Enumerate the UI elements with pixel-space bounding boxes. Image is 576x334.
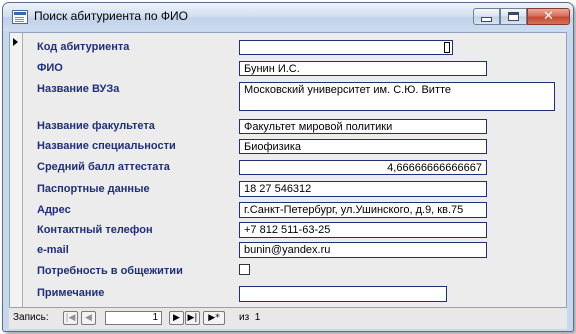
applicant-code-field[interactable]	[239, 40, 453, 55]
new-record-button[interactable]: ▶*	[203, 311, 225, 325]
label-average-grade: Средний балл аттестата	[37, 161, 170, 173]
address-field[interactable]: г.Санкт-Петербург, ул.Ушинского, д.9, кв…	[239, 202, 487, 218]
close-icon: ✕	[543, 9, 554, 24]
next-record-icon: ▶	[173, 312, 180, 323]
label-note: Примечание	[37, 287, 105, 299]
current-record-input[interactable]: 1	[105, 311, 162, 325]
phone-field[interactable]: +7 812 511-63-25	[239, 222, 487, 238]
label-phone: Контактный телефон	[37, 224, 153, 236]
label-dormitory: Потребность в общежитии	[37, 265, 183, 277]
prev-record-icon: ◀	[85, 312, 92, 323]
last-record-icon: ▶|	[187, 312, 198, 323]
label-applicant-code: Код абитуриента	[37, 41, 130, 53]
label-specialty: Название специальности	[37, 140, 176, 152]
record-selector[interactable]	[10, 33, 23, 307]
record-label: Запись:	[13, 312, 49, 323]
of-label: из	[239, 312, 250, 323]
form-body: Код абитуриента ФИО Бунин И.С. Название …	[9, 32, 567, 308]
form-window: Поиск абитуриента по ФИО ✕ Код абитуриен…	[2, 2, 574, 332]
maximize-icon	[508, 12, 519, 21]
text-cursor-icon	[444, 42, 450, 53]
label-faculty: Название факультета	[37, 120, 155, 132]
minimize-button[interactable]	[473, 8, 500, 25]
university-field[interactable]: Московский университет им. С.Ю. Витте	[239, 82, 555, 111]
total-records: 1	[254, 312, 261, 323]
minimize-icon	[481, 17, 492, 22]
faculty-field[interactable]: Факультет мировой политики	[239, 119, 487, 134]
specialty-field[interactable]: Биофизика	[239, 139, 487, 154]
record-count: из 1	[239, 312, 260, 323]
label-university: Название ВУЗа	[37, 83, 120, 95]
next-record-button[interactable]: ▶	[169, 311, 184, 325]
current-record-arrow-icon	[13, 38, 18, 46]
window-title: Поиск абитуриента по ФИО	[34, 9, 188, 23]
label-passport: Паспортные данные	[37, 183, 150, 195]
close-button[interactable]: ✕	[527, 8, 570, 25]
form-icon[interactable]	[12, 10, 28, 24]
label-email: e-mail	[37, 244, 69, 256]
new-record-icon: ▶*	[208, 312, 220, 323]
prev-record-button[interactable]: ◀	[81, 311, 96, 325]
title-bar[interactable]: Поиск абитуриента по ФИО ✕	[3, 3, 573, 31]
label-address: Адрес	[37, 204, 71, 216]
passport-field[interactable]: 18 27 546312	[239, 181, 487, 197]
label-full-name: ФИО	[37, 62, 63, 74]
first-record-button[interactable]: |◀	[63, 311, 78, 325]
last-record-button[interactable]: ▶|	[185, 311, 200, 325]
dormitory-checkbox[interactable]	[239, 264, 250, 275]
email-field[interactable]: bunin@yandex.ru	[239, 242, 487, 258]
full-name-field[interactable]: Бунин И.С.	[239, 61, 487, 76]
record-navigation-bar: Запись: |◀ ◀ 1 ▶ ▶| ▶* из 1	[9, 308, 567, 329]
note-field[interactable]	[239, 286, 447, 302]
average-grade-field[interactable]: 4,66666666666667	[239, 160, 487, 175]
maximize-button[interactable]	[500, 8, 527, 25]
first-record-icon: |◀	[65, 312, 76, 323]
